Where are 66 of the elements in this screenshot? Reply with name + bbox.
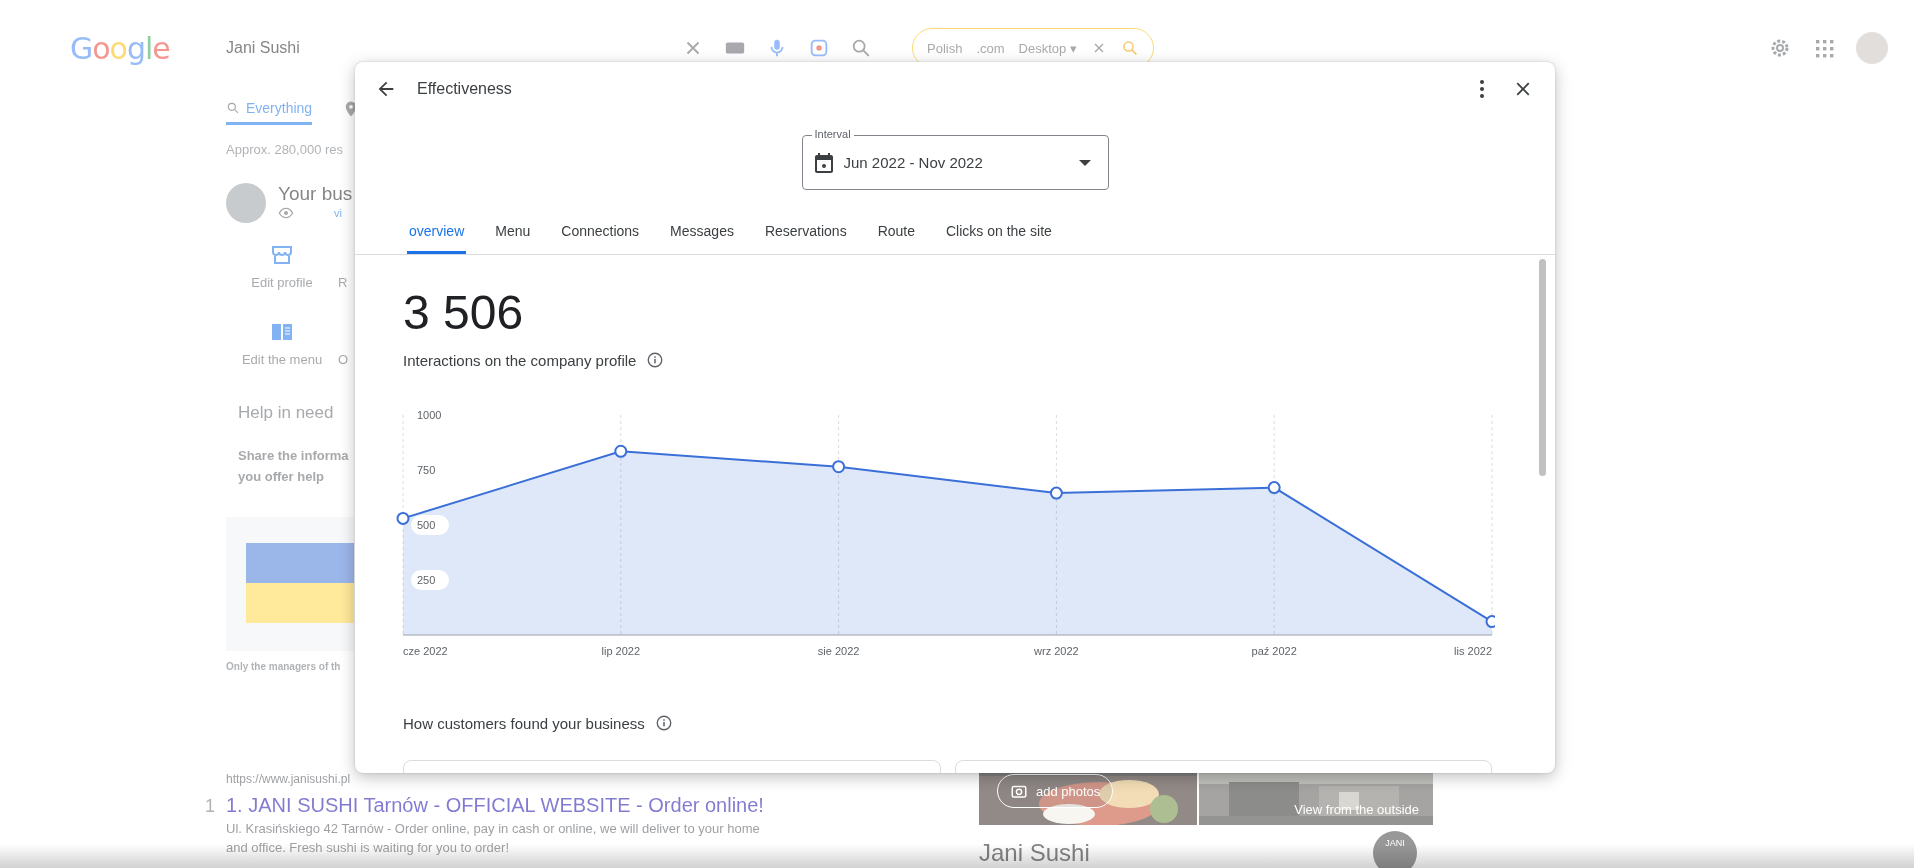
search-query[interactable]: Jani Sushi [226, 39, 682, 57]
business-title: Your bus [278, 183, 353, 205]
google-logo[interactable]: Google [70, 30, 226, 66]
interval-value: Jun 2022 - Nov 2022 [843, 154, 984, 171]
x-axis-label: cze 2022 [403, 645, 448, 657]
scrollbar-thumb[interactable] [1539, 259, 1546, 476]
tab[interactable]: Messages [668, 208, 736, 254]
x-axis-label: paź 2022 [1251, 645, 1297, 657]
y-axis-label: 250 [411, 570, 449, 590]
tab[interactable]: overview [407, 208, 467, 254]
result-title-link[interactable]: 1. JANI SUSHI Tarnów - OFFICIAL WEBSITE - Order online! [226, 794, 764, 817]
data-point[interactable] [832, 460, 846, 474]
help-text: Share the informa you offer help [238, 447, 349, 486]
business-link[interactable]: vi [334, 207, 342, 219]
x-axis-label: lip 2022 [601, 645, 641, 657]
tab[interactable]: Connections [559, 208, 642, 254]
y-tick-label: 500 [417, 519, 436, 531]
help-title: Help in need [238, 403, 334, 423]
tab[interactable]: Menu [493, 208, 533, 254]
info-icon[interactable] [654, 714, 673, 732]
info-icon[interactable] [646, 351, 665, 369]
logo-text: JANI [1385, 838, 1405, 850]
business-avatar [226, 183, 266, 223]
search-tab[interactable]: Everything [226, 99, 313, 125]
dialog-title: Effectiveness [417, 80, 513, 98]
x-axis-label: lis 2022 [1454, 645, 1492, 657]
x-axis-label: wrz 2022 [1034, 645, 1079, 657]
y-axis-label: 750 [417, 464, 436, 476]
data-point[interactable] [1485, 615, 1495, 629]
managers-note: Only the managers of th [226, 661, 341, 672]
tab[interactable]: Clicks on the site [944, 208, 1054, 254]
domain-option[interactable]: .com [976, 40, 1005, 56]
results-count: Approx. 280,000 res [226, 142, 344, 157]
data-point[interactable] [614, 444, 628, 458]
photo-caption: View from the outside [1294, 802, 1419, 817]
metric-label: Interactions on the company profile [403, 351, 637, 369]
data-point[interactable] [396, 511, 410, 525]
camera-search-icon[interactable] [808, 37, 830, 59]
caret-icon [1078, 159, 1091, 166]
tab[interactable]: Reservations [762, 208, 849, 254]
language-option[interactable]: Polish [927, 40, 963, 56]
result-number: 1 [205, 796, 216, 817]
calendar-icon [813, 152, 834, 173]
profile-action[interactable]: Edit profile [226, 243, 338, 290]
device-dropdown[interactable]: Desktop ▾ [1018, 40, 1077, 56]
search-icon[interactable] [850, 37, 872, 59]
eye-icon [278, 205, 294, 221]
tab[interactable]: Route [875, 208, 917, 254]
data-point[interactable] [1049, 486, 1063, 500]
x-axis-label: sie 2022 [817, 645, 860, 657]
more-icon [1480, 80, 1484, 98]
result-url[interactable]: https://www.janisushi.pl [226, 772, 351, 786]
result-snippet: Ul. Krasińskiego 42 Tarnów - Order online, pay in cash or online, we will deliver to your home and office. Fresh sushi is waiting for you to order! [226, 820, 760, 857]
place-name: Jani Sushi [979, 839, 1090, 867]
profile-action[interactable]: Edit the menu [226, 320, 338, 367]
profile-action[interactable]: O [338, 320, 352, 367]
field-label: Interval [811, 127, 854, 141]
y-axis-label: 1000 [417, 409, 442, 421]
y-axis-label: 500 [411, 515, 449, 535]
y-tick-label: 250 [417, 574, 436, 586]
section-title: How customers found your business [403, 714, 645, 732]
data-point[interactable] [1267, 481, 1281, 495]
total-count: 3 506 [403, 285, 525, 341]
search-icon [226, 100, 240, 115]
profile-action[interactable]: R [338, 243, 352, 290]
store-icon [270, 243, 294, 267]
